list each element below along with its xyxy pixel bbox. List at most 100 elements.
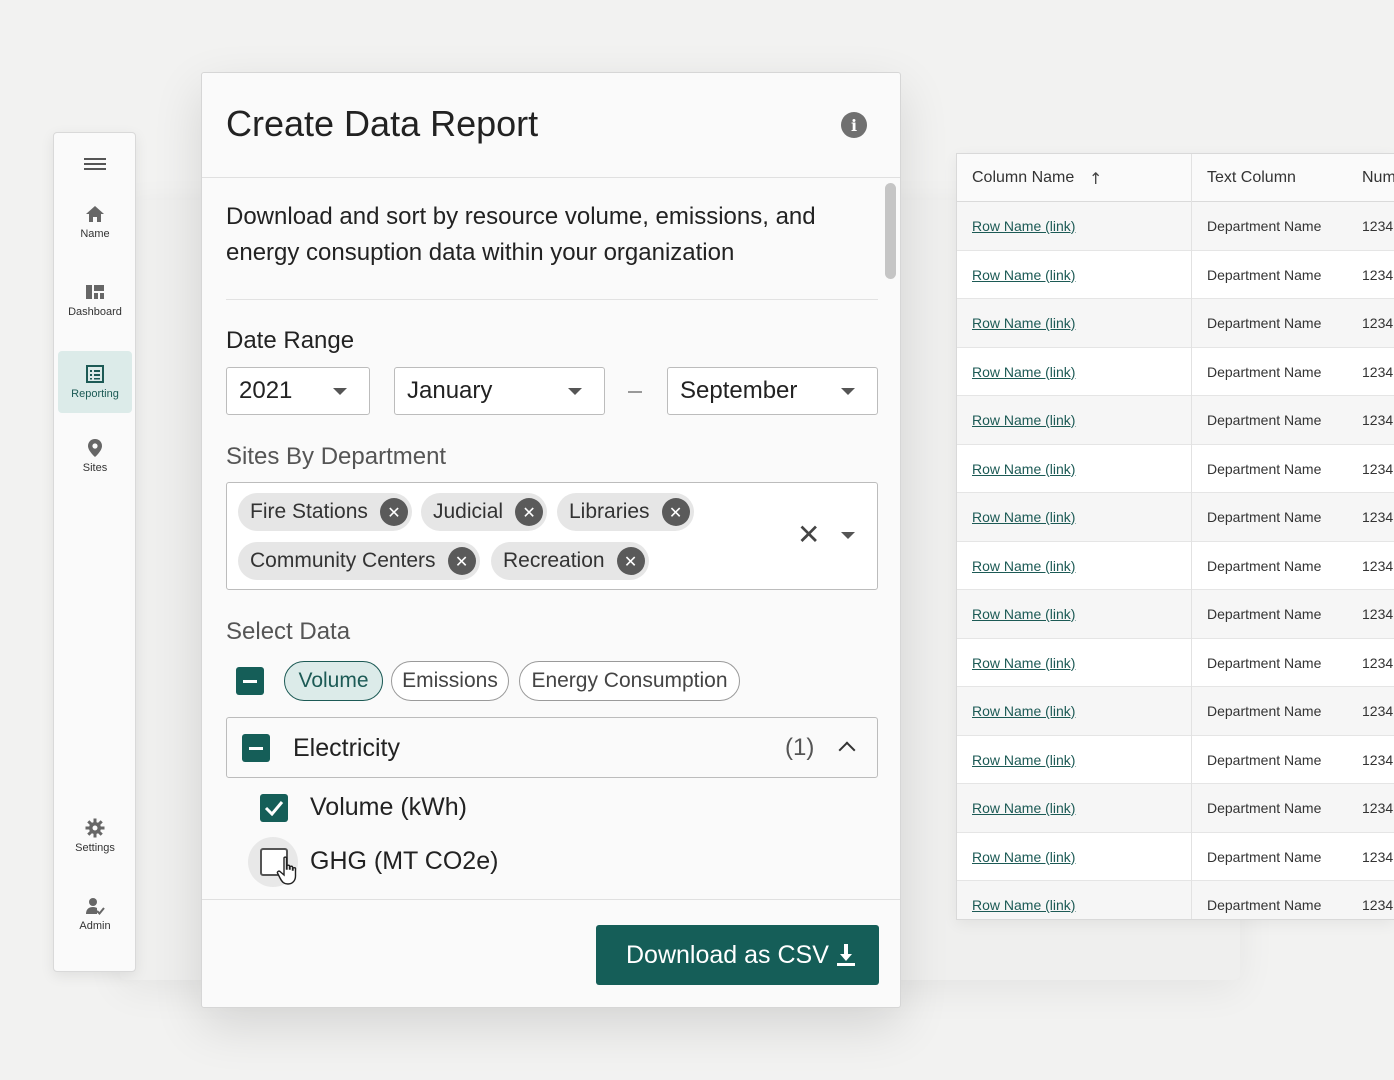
reporting-icon: [86, 365, 104, 383]
pill-emissions[interactable]: Emissions: [391, 661, 509, 701]
dialog-title: Create Data Report: [226, 103, 539, 144]
checkmark-icon: [264, 801, 284, 816]
pill-volume[interactable]: Volume: [284, 661, 383, 701]
user-check-icon: [86, 898, 105, 915]
option-label-ghg: GHG (MT CO2e): [310, 847, 499, 875]
caret-down-icon[interactable]: [841, 532, 855, 539]
department-cell: Department Name: [1207, 509, 1322, 525]
department-cell: Department Name: [1207, 897, 1322, 913]
row-name-link[interactable]: Row Name (link): [972, 606, 1075, 622]
end-month-value: September: [680, 377, 798, 404]
chip-remove-icon[interactable]: ✕: [379, 498, 408, 526]
row-name-link[interactable]: Row Name (link): [972, 412, 1075, 428]
volume-kwh-checkbox[interactable]: [260, 794, 288, 822]
chip-remove-icon[interactable]: ✕: [661, 498, 690, 526]
department-cell: Department Name: [1207, 800, 1322, 816]
row-name-link[interactable]: Row Name (link): [972, 558, 1075, 574]
number-cell: 1234: [1362, 557, 1394, 574]
chip-remove-icon[interactable]: ✕: [515, 498, 544, 526]
row-name-link[interactable]: Row Name (link): [972, 315, 1075, 331]
table-row: Row Name (link) Department Name 1234: [957, 784, 1394, 833]
table-row: Row Name (link) Department Name 1234: [957, 639, 1394, 687]
sidebar-item-reporting[interactable]: Reporting: [58, 351, 132, 413]
row-name-link[interactable]: Row Name (link): [972, 218, 1075, 234]
accordion-label: Electricity: [293, 734, 400, 762]
chip-remove-icon[interactable]: ✕: [616, 547, 645, 575]
sidebar: Name Dashboard Reporting Sites Settings …: [53, 132, 136, 972]
pointer-hand-cursor-icon: [276, 856, 297, 885]
download-csv-button[interactable]: Download as CSV: [596, 925, 879, 985]
number-cell: 1234: [1362, 703, 1394, 719]
department-cell: Department Name: [1207, 751, 1322, 768]
sidebar-item-admin[interactable]: Admin: [58, 883, 132, 945]
table-row: Row Name (link) Department Name 1234: [957, 299, 1394, 348]
column-header-name[interactable]: Column Name: [972, 169, 1074, 187]
electricity-checkbox[interactable]: [242, 734, 270, 762]
table-row: Row Name (link) Department Name 1234: [957, 736, 1394, 784]
clear-all-icon[interactable]: ✕: [797, 521, 820, 549]
table-row: Row Name (link) Department Name 1234: [957, 542, 1394, 590]
table-row: Row Name (link) Department Name 1234: [957, 445, 1394, 493]
sites-multiselect[interactable]: Fire Stations ✕ Judicial ✕ Libraries ✕ C…: [226, 482, 878, 590]
column-header-number[interactable]: Num: [1362, 169, 1394, 187]
row-name-link[interactable]: Row Name (link): [972, 267, 1075, 283]
row-name-link[interactable]: Row Name (link): [972, 655, 1075, 671]
row-name-link[interactable]: Row Name (link): [972, 897, 1075, 913]
department-cell: Department Name: [1207, 557, 1322, 574]
download-button-label: Download as CSV: [626, 940, 829, 969]
department-cell: Department Name: [1207, 218, 1322, 234]
column-header-text[interactable]: Text Column: [1207, 169, 1296, 187]
home-icon: [86, 206, 104, 222]
row-name-link[interactable]: Row Name (link): [972, 703, 1075, 719]
table-row: Row Name (link) Department Name 1234: [957, 590, 1394, 639]
pill-energy-consumption[interactable]: Energy Consumption: [519, 661, 740, 701]
sidebar-item-label: Name: [80, 228, 110, 240]
row-name-link[interactable]: Row Name (link): [972, 364, 1075, 380]
end-month-select[interactable]: September: [667, 367, 878, 415]
chip-community-centers: Community Centers ✕: [238, 542, 480, 580]
year-select[interactable]: 2021: [226, 367, 370, 415]
number-cell: 1234: [1362, 412, 1394, 428]
sort-ascending-icon[interactable]: ↑: [1089, 169, 1102, 188]
select-all-checkbox[interactable]: [236, 667, 264, 695]
chip-recreation: Recreation ✕: [491, 542, 649, 580]
chip-judicial: Judicial ✕: [421, 493, 548, 531]
chevron-up-icon[interactable]: [838, 741, 856, 759]
table-row: Row Name (link) Department Name 1234: [957, 251, 1394, 299]
number-cell: 1234: [1362, 654, 1394, 671]
sidebar-item-dashboard[interactable]: Dashboard: [58, 269, 132, 331]
sidebar-item-settings[interactable]: Settings: [58, 805, 132, 867]
number-cell: 1234: [1362, 509, 1394, 525]
sidebar-item-sites[interactable]: Sites: [58, 425, 132, 487]
info-icon[interactable]: i: [841, 112, 867, 138]
dialog-description: Download and sort by resource volume, em…: [226, 203, 816, 266]
number-cell: 1234: [1362, 363, 1394, 380]
header-divider: [202, 177, 900, 178]
scrollbar-thumb[interactable]: [885, 183, 896, 279]
row-name-link[interactable]: Row Name (link): [972, 509, 1075, 525]
sites-label: Sites By Department: [226, 443, 447, 470]
accordion-count: (1): [785, 734, 815, 761]
chip-libraries: Libraries ✕: [557, 493, 694, 531]
chip-remove-icon[interactable]: ✕: [447, 547, 476, 575]
range-separator: [628, 391, 642, 393]
table-row: Row Name (link) Department Name 1234: [957, 687, 1394, 736]
number-cell: 1234: [1362, 315, 1394, 331]
select-data-label: Select Data: [226, 618, 351, 645]
row-name-link[interactable]: Row Name (link): [972, 849, 1075, 865]
row-name-link[interactable]: Row Name (link): [972, 461, 1075, 477]
number-cell: 1234: [1362, 897, 1394, 913]
department-cell: Department Name: [1207, 460, 1322, 477]
start-month-select[interactable]: January: [394, 367, 605, 415]
row-name-link[interactable]: Row Name (link): [972, 800, 1075, 816]
option-label-volume-kwh: Volume (kWh): [310, 793, 467, 821]
chip-fire-stations: Fire Stations ✕: [238, 493, 412, 531]
electricity-accordion[interactable]: Electricity (1): [226, 717, 878, 778]
sidebar-item-label: Dashboard: [68, 306, 122, 318]
create-report-dialog: Create Data Report i Download and sort b…: [201, 72, 901, 1008]
sidebar-item-label: Settings: [75, 842, 115, 854]
sidebar-item-name[interactable]: Name: [58, 191, 132, 253]
hamburger-menu-icon[interactable]: [84, 155, 106, 173]
row-name-link[interactable]: Row Name (link): [972, 752, 1075, 768]
table-row: Row Name (link) Department Name 1234: [957, 881, 1394, 919]
